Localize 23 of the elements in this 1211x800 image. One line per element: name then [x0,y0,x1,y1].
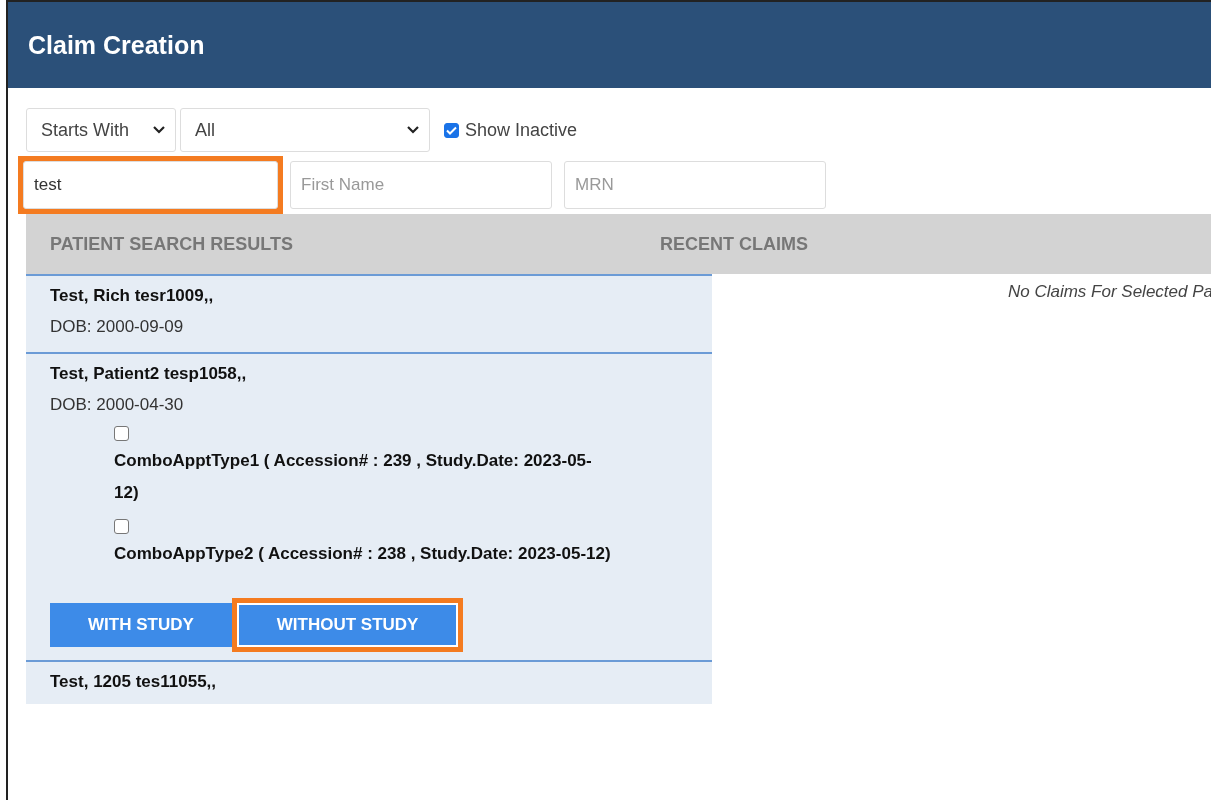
study-label: ComboAppType2 ( Accession# : 238 , Study.Date: 2023-05-12) [114,543,612,565]
chevron-down-icon [407,126,419,134]
match-type-select[interactable]: Starts With [26,108,176,152]
page-title: Claim Creation [28,30,205,60]
status-select[interactable]: All [180,108,430,152]
patient-name: Test, 1205 tes11055,, [50,671,218,693]
patient-dob: DOB: 2000-09-09 [50,316,185,338]
study-checkbox[interactable] [114,426,129,441]
patient-card[interactable]: Test, 1205 tes11055,, [26,660,712,704]
column-heading: RECENT CLAIMS [659,233,809,255]
patient-card[interactable]: Test, Patient2 tesp1058,, DOB: 2000-04-30 ComboApptType1 ( Accession# : 239 , Study.Date: 2023-05-12) ComboAppType2 ( Accession# : 238 , Study.Date: 2023-05-12) WITH STUDY WITHOUT STUDY [26,352,712,660]
study-label: ComboApptType1 ( Accession# : 239 , Study.Date: 2023-05-12) [114,450,593,504]
column-heading: PATIENT SEARCH RESULTS [49,233,294,255]
patient-name: Test, Rich tesr1009,, [50,285,215,307]
checkbox-label: Show Inactive [465,119,578,141]
study-checkbox[interactable] [114,519,129,534]
search-field[interactable]: First Name [290,161,552,209]
search-field[interactable]: MRN [564,161,826,209]
search-field[interactable]: test [23,161,278,209]
patient-dob: DOB: 2000-04-30 [50,394,185,416]
chevron-down-icon [153,126,165,134]
patient-card[interactable]: Test, Rich tesr1009,, DOB: 2000-09-09 [26,274,712,352]
patient-name: Test, Patient2 tesp1058,, [50,363,248,385]
